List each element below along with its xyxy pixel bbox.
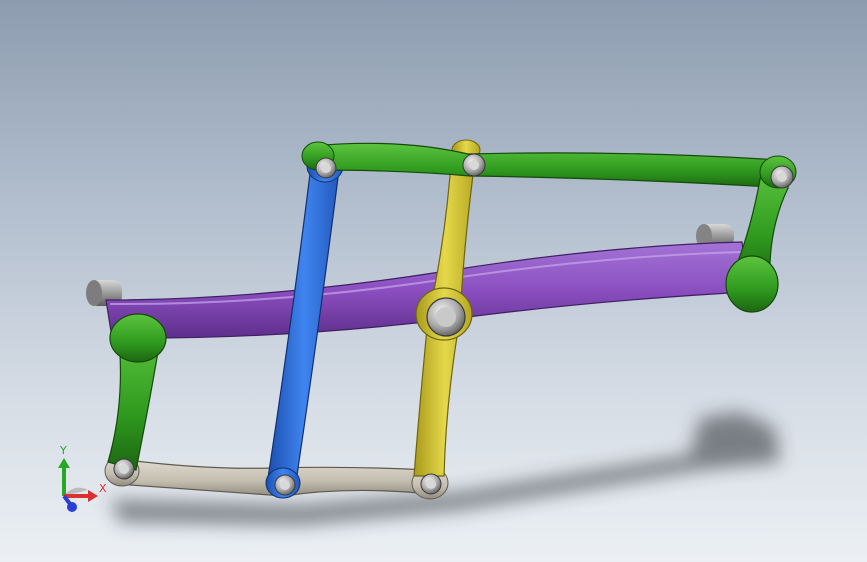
- y-axis-label: Y: [59, 444, 67, 457]
- pin-top-left[interactable]: [315, 157, 337, 179]
- pin-top-right[interactable]: [770, 165, 794, 189]
- x-axis-label: X: [99, 482, 107, 495]
- green-link-top[interactable]: [301, 141, 789, 189]
- coordinate-triad: Y X: [58, 444, 107, 512]
- graphics-viewport[interactable]: Y X: [0, 0, 867, 562]
- z-axis-arrow: [62, 494, 77, 512]
- green-link-left[interactable]: [107, 313, 167, 471]
- y-axis-arrow: [58, 458, 70, 496]
- pin-bottom-left[interactable]: [113, 458, 135, 480]
- pin-center[interactable]: [426, 297, 466, 337]
- pin-top-middle[interactable]: [462, 153, 486, 177]
- pin-bottom-right[interactable]: [420, 473, 442, 495]
- pin-bottom-middle[interactable]: [274, 474, 296, 496]
- mechanism-model[interactable]: [0, 0, 867, 562]
